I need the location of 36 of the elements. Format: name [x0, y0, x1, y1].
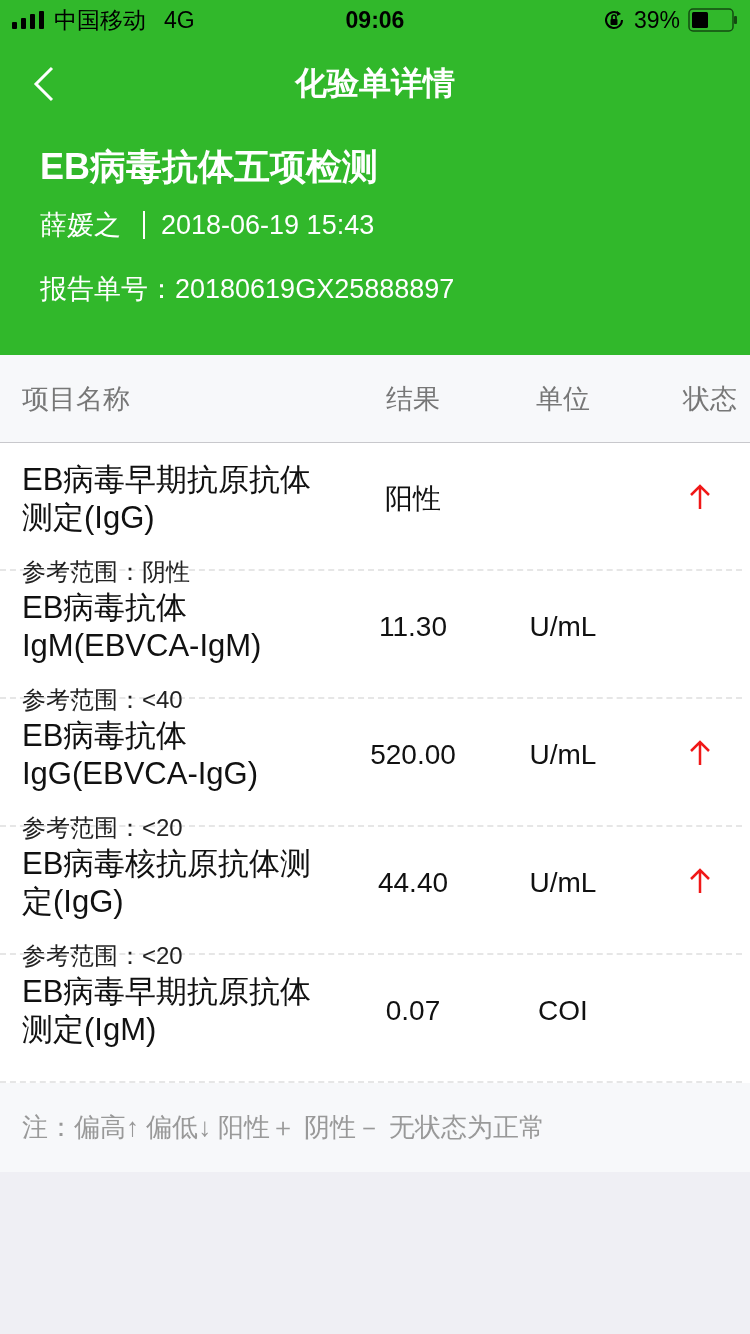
result-value: 520.00	[370, 739, 456, 771]
carrier-name: 中国移动	[54, 5, 146, 35]
item-name: EB病毒核抗原抗体测定(IgG)	[22, 845, 313, 921]
column-header: 状态	[681, 382, 738, 416]
signal-icon	[12, 11, 46, 29]
result-value: 44.40	[377, 867, 449, 899]
unit-text: U/mL	[529, 611, 597, 643]
item-name: EB病毒抗体IgM(EBVCA-IgM)	[22, 589, 263, 665]
column-header: 项目名称	[21, 382, 131, 416]
legend-note: 注：偏高↑ 偏低↓ 阳性＋ 阴性－ 无状态为正常	[22, 1111, 545, 1144]
result-value: 0.07	[385, 995, 441, 1027]
reference-range: 参考范围：<20	[22, 941, 183, 971]
reference-range: 参考范围：<20	[22, 813, 183, 843]
report-number: 20180619GX25888897	[175, 273, 455, 306]
reference-range: 参考范围：阴性	[22, 557, 190, 587]
column-header: 单位	[535, 382, 591, 416]
column-header: 结果	[385, 382, 441, 416]
unit-text: U/mL	[529, 739, 597, 771]
unit-text: COI	[538, 995, 588, 1027]
report-datetime: 2018-06-19 15:43	[161, 209, 375, 242]
clock-time: 09:06	[345, 6, 405, 33]
result-value: 阳性	[385, 482, 441, 516]
result-value: 11.30	[379, 611, 447, 643]
item-name: EB病毒早期抗原抗体测定(IgM)	[22, 973, 313, 1049]
item-name: EB病毒早期抗原抗体测定(IgG)	[22, 461, 313, 537]
battery-icon	[688, 8, 738, 32]
report-number-label: 报告单号：	[40, 273, 175, 306]
battery-percent: 39%	[633, 6, 680, 34]
network-type: 4G	[164, 6, 195, 34]
reference-range: 参考范围：<40	[22, 685, 183, 715]
patient-name: 薛媛之	[40, 209, 121, 242]
back-icon[interactable]	[32, 66, 56, 102]
item-name: EB病毒抗体IgG(EBVCA-IgG)	[22, 717, 259, 793]
report-title: EB病毒抗体五项检测	[40, 145, 379, 189]
page-title: 化验单详情	[295, 64, 455, 103]
unit-text: U/mL	[529, 867, 597, 899]
